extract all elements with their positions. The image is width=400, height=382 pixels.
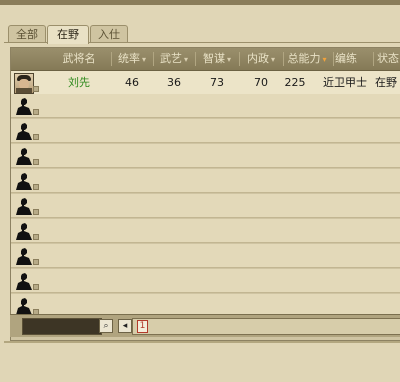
table-header: 武将名 统率 ▾ 武艺 ▾ 智谋 ▾ 内政 ▾ 总能力 ▾ 编练 状态 bbox=[11, 48, 400, 71]
col-header-label: 总能力 bbox=[287, 52, 321, 65]
sort-arrow-icon: ▾ bbox=[183, 55, 188, 64]
empty-table-row bbox=[11, 144, 400, 168]
training-value: 近卫甲士 bbox=[323, 76, 367, 89]
col-header-label: 统率 bbox=[117, 52, 140, 65]
portrait-badge-icon bbox=[33, 109, 39, 115]
empty-table-row bbox=[11, 94, 400, 118]
general-list-panel: 全部 在野 入仕 武将名 统率 ▾ 武艺 ▾ 智谋 ▾ 内政 ▾ 总能力 ▾ 编… bbox=[0, 5, 400, 382]
col-header-command[interactable]: 统率 ▾ bbox=[112, 48, 152, 70]
general-table: 武将名 统率 ▾ 武艺 ▾ 智谋 ▾ 内政 ▾ 总能力 ▾ 编练 状态 刘先 4… bbox=[10, 47, 400, 341]
portrait-badge-icon bbox=[33, 184, 39, 190]
empty-portrait-silhouette-icon bbox=[16, 223, 32, 240]
col-header-label: 武将名 bbox=[62, 52, 96, 65]
portrait-badge-icon bbox=[33, 159, 39, 165]
total-value: 225 bbox=[284, 76, 306, 89]
col-header-status[interactable]: 状态 bbox=[377, 48, 400, 70]
empty-portrait-silhouette-icon bbox=[16, 198, 32, 215]
col-header-label: 编练 bbox=[335, 52, 357, 65]
col-header-name[interactable]: 武将名 bbox=[49, 48, 109, 70]
status-value: 在野 bbox=[375, 76, 397, 89]
tab-all[interactable]: 全部 bbox=[8, 25, 46, 43]
col-header-training[interactable]: 编练 bbox=[321, 48, 371, 70]
empty-table-row bbox=[11, 169, 400, 193]
search-icon[interactable]: ⌕ bbox=[99, 319, 113, 333]
command-value: 46 bbox=[125, 76, 139, 89]
sort-arrow-icon: ▾ bbox=[141, 55, 146, 64]
martial-value: 36 bbox=[167, 76, 181, 89]
empty-portrait-silhouette-icon bbox=[16, 173, 32, 190]
empty-portrait-silhouette-icon bbox=[16, 123, 32, 140]
general-name[interactable]: 刘先 bbox=[49, 71, 109, 94]
empty-portrait-silhouette-icon bbox=[16, 98, 32, 115]
tab-join[interactable]: 入仕 bbox=[90, 25, 128, 43]
pagination: 1 bbox=[132, 318, 400, 335]
general-portrait-icon[interactable] bbox=[14, 73, 34, 94]
search-input[interactable] bbox=[22, 318, 102, 335]
empty-portrait-silhouette-icon bbox=[16, 273, 32, 290]
empty-table-row bbox=[11, 119, 400, 143]
portrait-badge-icon bbox=[33, 259, 39, 265]
sort-arrow-icon: ▾ bbox=[226, 55, 231, 64]
empty-portrait-silhouette-icon bbox=[16, 148, 32, 165]
col-header-martial[interactable]: 武艺 ▾ bbox=[154, 48, 194, 70]
header-divider bbox=[373, 52, 374, 66]
col-header-politics[interactable]: 内政 ▾ bbox=[240, 48, 282, 70]
col-header-label: 状态 bbox=[377, 52, 399, 65]
table-footer: ⌕ ◂ 1 bbox=[10, 314, 400, 337]
sort-arrow-icon: ▾ bbox=[270, 55, 275, 64]
portrait-badge-icon bbox=[33, 234, 39, 240]
col-header-label: 智谋 bbox=[202, 52, 225, 65]
empty-table-row bbox=[11, 269, 400, 293]
empty-portrait-silhouette-icon bbox=[16, 298, 32, 315]
intellect-value: 73 bbox=[210, 76, 224, 89]
portrait-badge-icon bbox=[33, 284, 39, 290]
empty-table-row bbox=[11, 244, 400, 268]
tab-wild[interactable]: 在野 bbox=[47, 25, 89, 44]
table-row[interactable]: 刘先 46 36 73 70 225 近卫甲士 在野 bbox=[11, 71, 400, 95]
panel-bottom-border bbox=[4, 341, 400, 343]
portrait-badge-icon bbox=[33, 134, 39, 140]
col-header-label: 内政 bbox=[246, 52, 269, 65]
empty-table-row bbox=[11, 194, 400, 218]
col-header-intellect[interactable]: 智谋 ▾ bbox=[196, 48, 238, 70]
portrait-badge-icon bbox=[33, 86, 39, 92]
page-number-button[interactable]: 1 bbox=[137, 320, 148, 333]
empty-table-row bbox=[11, 219, 400, 243]
portrait-badge-icon bbox=[33, 209, 39, 215]
col-header-label: 武艺 bbox=[159, 52, 182, 65]
empty-portrait-silhouette-icon bbox=[16, 248, 32, 265]
first-page-icon[interactable]: ◂ bbox=[118, 319, 132, 333]
